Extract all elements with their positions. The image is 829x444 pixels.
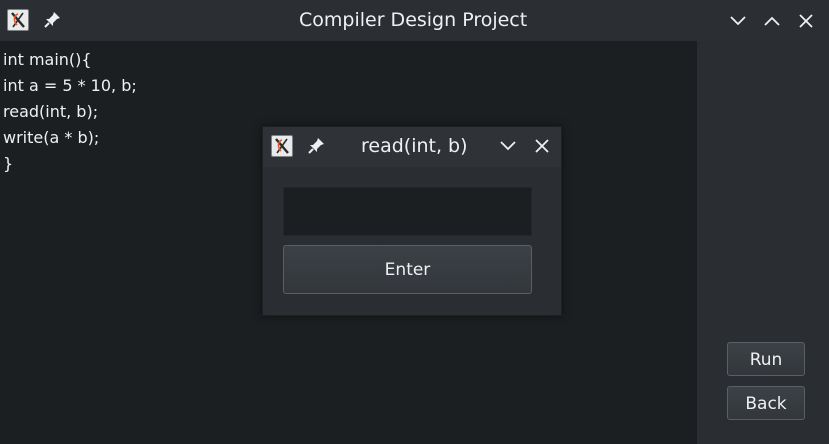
main-window: Compiler Design Project int main(){ int … [0,0,829,444]
chevron-down-icon[interactable] [727,10,749,32]
read-input[interactable] [283,187,532,236]
dialog-title: read(int, b) [361,135,468,157]
code-line: int a = 5 * 10, b; [3,76,137,95]
dialog-app-x-icon[interactable] [271,135,293,157]
code-line: } [3,154,14,173]
side-panel: Run Back [697,41,829,444]
dialog-titlebar[interactable]: read(int, b) [263,127,561,167]
enter-button[interactable]: Enter [283,245,532,294]
code-line: write(a * b); [3,128,100,147]
main-titlebar[interactable]: Compiler Design Project [0,0,829,41]
back-button[interactable]: Back [727,386,805,420]
read-dialog: read(int, b) Enter [262,126,562,316]
dialog-pin-icon[interactable] [306,136,328,158]
app-x-icon[interactable] [7,9,29,31]
window-title: Compiler Design Project [299,9,528,31]
code-line: int main(){ [3,50,92,69]
dialog-close-icon[interactable] [531,135,553,157]
chevron-up-icon[interactable] [761,10,783,32]
code-line: read(int, b); [3,102,99,121]
dialog-chevron-down-icon[interactable] [497,135,519,157]
run-button[interactable]: Run [727,342,805,376]
close-icon[interactable] [795,10,817,32]
pin-icon[interactable] [42,10,64,32]
dialog-body: Enter [263,167,561,315]
